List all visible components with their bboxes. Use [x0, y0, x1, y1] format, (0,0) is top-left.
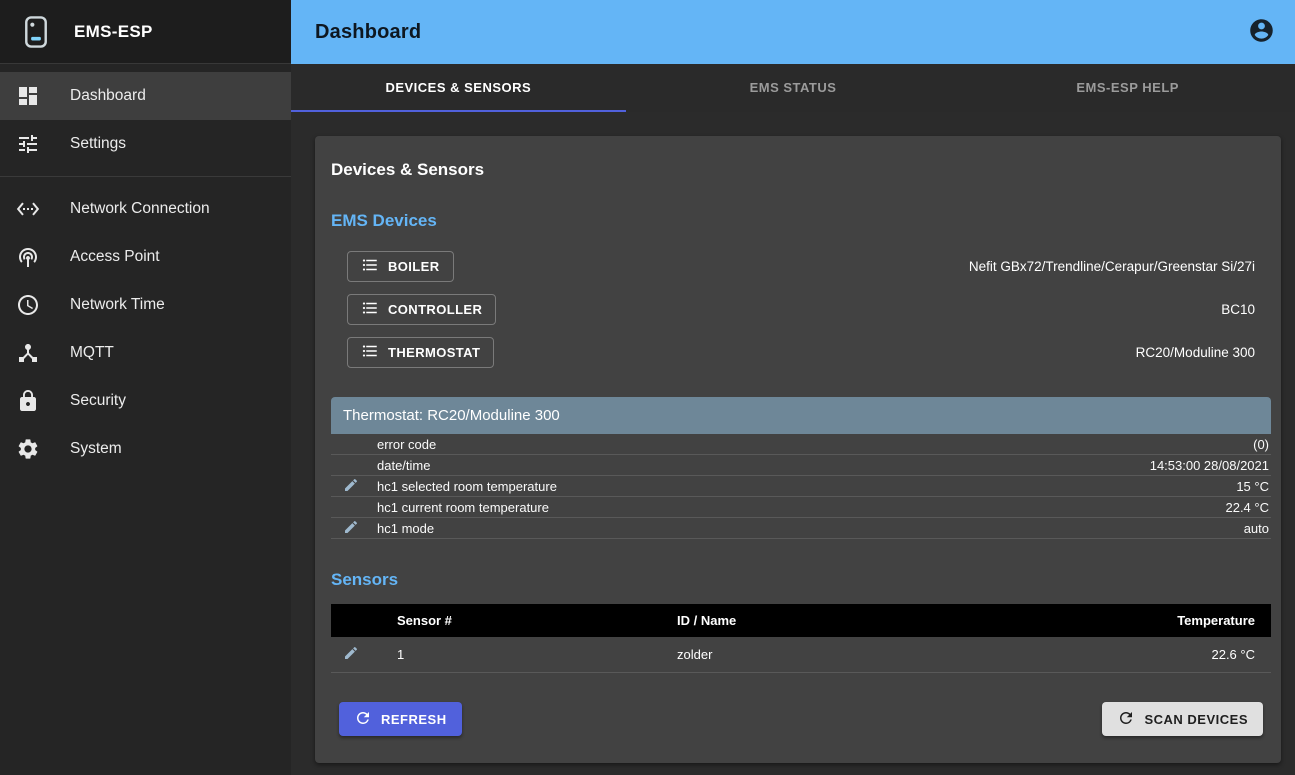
pencil-icon: [343, 645, 359, 664]
controller-button-label: CONTROLLER: [388, 302, 482, 317]
scan-devices-button[interactable]: SCAN DEVICES: [1102, 702, 1263, 736]
sidebar-nav: Dashboard Settings Network Connection: [0, 64, 291, 473]
sidebar: EMS-ESP Dashboard Settings Network: [0, 0, 291, 775]
edit-button[interactable]: [343, 519, 359, 538]
page-title: Dashboard: [315, 21, 421, 44]
ems-esp-logo-icon: [16, 12, 56, 52]
col-id-name: ID / Name: [657, 613, 1071, 628]
sidebar-item-label: Network Time: [70, 296, 165, 314]
sensors-table-header: Sensor # ID / Name Temperature: [331, 604, 1271, 637]
detail-row-value: 22.4 °C: [1225, 500, 1271, 515]
boiler-model: Nefit GBx72/Trendline/Cerapur/Greenstar …: [969, 259, 1255, 274]
device-detail-title: Thermostat: RC20/Moduline 300: [343, 407, 560, 424]
account-button[interactable]: [1245, 16, 1277, 48]
detail-row-value: 14:53:00 28/08/2021: [1150, 458, 1271, 473]
tab-ems-status[interactable]: EMS STATUS: [626, 64, 961, 112]
sensor-number: 1: [377, 647, 657, 662]
tab-bar: DEVICES & SENSORS EMS STATUS EMS-ESP HEL…: [291, 64, 1295, 112]
detail-row: hc1 mode auto: [331, 518, 1271, 539]
refresh-button[interactable]: REFRESH: [339, 702, 462, 736]
device-row-controller: CONTROLLER BC10: [347, 288, 1255, 331]
sidebar-item-network-time[interactable]: Network Time: [0, 281, 291, 329]
device-row-boiler: BOILER Nefit GBx72/Trendline/Cerapur/Gre…: [347, 245, 1255, 288]
dashboard-icon: [16, 84, 40, 108]
wifi-tethering-icon: [16, 245, 40, 269]
sensor-temperature: 22.6 °C: [1071, 647, 1271, 662]
settings-tune-icon: [16, 132, 40, 156]
sidebar-header: EMS-ESP: [0, 0, 291, 64]
detail-row-label: date/time: [377, 458, 1150, 473]
sidebar-item-security[interactable]: Security: [0, 377, 291, 425]
refresh-button-label: REFRESH: [381, 712, 447, 727]
scan-devices-button-label: SCAN DEVICES: [1144, 712, 1248, 727]
content-area: Devices & Sensors EMS Devices BOILER Nef…: [291, 112, 1295, 775]
boiler-button-label: BOILER: [388, 259, 440, 274]
thermostat-model: RC20/Moduline 300: [1136, 345, 1255, 360]
sensor-row: 1 zolder 22.6 °C: [331, 637, 1271, 673]
sidebar-item-label: Settings: [70, 135, 126, 153]
boiler-button[interactable]: BOILER: [347, 251, 454, 282]
sidebar-item-dashboard[interactable]: Dashboard: [0, 72, 291, 120]
detail-row: error code (0): [331, 434, 1271, 455]
list-icon: [361, 299, 379, 320]
clock-icon: [16, 293, 40, 317]
list-icon: [361, 256, 379, 277]
detail-row-label: hc1 selected room temperature: [377, 479, 1236, 494]
sidebar-item-network-connection[interactable]: Network Connection: [0, 185, 291, 233]
sidebar-item-label: Dashboard: [70, 87, 146, 105]
edit-button[interactable]: [343, 645, 359, 664]
sidebar-item-mqtt[interactable]: MQTT: [0, 329, 291, 377]
sidebar-item-label: Security: [70, 392, 126, 410]
refresh-icon: [354, 709, 372, 730]
gear-icon: [16, 437, 40, 461]
sensor-name: zolder: [657, 647, 1071, 662]
pencil-icon: [343, 519, 359, 538]
card-title: Devices & Sensors: [331, 160, 1271, 180]
col-sensor-number: Sensor #: [377, 613, 657, 628]
edit-button[interactable]: [343, 477, 359, 496]
list-icon: [361, 342, 379, 363]
sensors-table: Sensor # ID / Name Temperature 1: [331, 604, 1271, 673]
detail-row-value: auto: [1244, 521, 1271, 536]
app-root: EMS-ESP Dashboard Settings Network: [0, 0, 1295, 775]
sidebar-item-label: System: [70, 440, 122, 458]
detail-row-value: (0): [1253, 437, 1271, 452]
app-title: EMS-ESP: [74, 22, 153, 42]
sidebar-item-settings[interactable]: Settings: [0, 120, 291, 168]
detail-row: hc1 selected room temperature 15 °C: [331, 476, 1271, 497]
detail-row-label: hc1 current room temperature: [377, 500, 1225, 515]
sidebar-item-access-point[interactable]: Access Point: [0, 233, 291, 281]
sidebar-divider: [0, 176, 291, 177]
detail-row-label: error code: [377, 437, 1253, 452]
tab-ems-esp-help[interactable]: EMS-ESP HELP: [960, 64, 1295, 112]
sidebar-item-label: Network Connection: [70, 200, 210, 218]
network-icon: [16, 197, 40, 221]
controller-model: BC10: [1221, 302, 1255, 317]
topbar: Dashboard: [291, 0, 1295, 64]
tab-devices-sensors[interactable]: DEVICES & SENSORS: [291, 64, 626, 112]
ems-devices-heading: EMS Devices: [331, 211, 1271, 231]
sensors-heading: Sensors: [331, 570, 1271, 590]
device-hub-icon: [16, 341, 40, 365]
device-detail-header: Thermostat: RC20/Moduline 300: [331, 397, 1271, 434]
devices-sensors-card: Devices & Sensors EMS Devices BOILER Nef…: [315, 136, 1281, 763]
sidebar-item-label: Access Point: [70, 248, 160, 266]
detail-row-value: 15 °C: [1236, 479, 1271, 494]
refresh-icon: [1117, 709, 1135, 730]
controller-button[interactable]: CONTROLLER: [347, 294, 496, 325]
detail-row-label: hc1 mode: [377, 521, 1244, 536]
device-row-thermostat: THERMOSTAT RC20/Moduline 300: [347, 331, 1255, 374]
sidebar-item-label: MQTT: [70, 344, 114, 362]
detail-row: hc1 current room temperature 22.4 °C: [331, 497, 1271, 518]
thermostat-button[interactable]: THERMOSTAT: [347, 337, 494, 368]
main-column: Dashboard DEVICES & SENSORS EMS STATUS E…: [291, 0, 1295, 775]
detail-row: date/time 14:53:00 28/08/2021: [331, 455, 1271, 476]
lock-icon: [16, 389, 40, 413]
account-circle-icon: [1248, 17, 1275, 47]
col-temperature: Temperature: [1071, 613, 1271, 628]
sidebar-item-system[interactable]: System: [0, 425, 291, 473]
actions-row: REFRESH SCAN DEVICES: [331, 702, 1271, 736]
thermostat-button-label: THERMOSTAT: [388, 345, 480, 360]
pencil-icon: [343, 477, 359, 496]
